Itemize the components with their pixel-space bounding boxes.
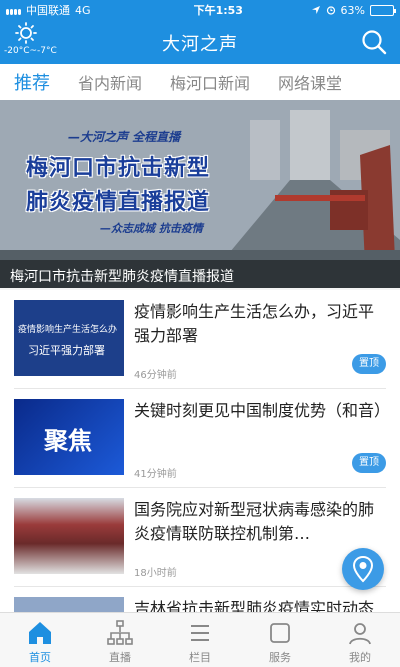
battery-icon xyxy=(370,4,396,16)
signal-icon xyxy=(6,6,21,15)
news-item[interactable]: 疫情影响生产生活怎么办 习近平强力部署 疫情影响生产生活怎么办，习近平强力部署 … xyxy=(14,290,386,389)
battery-percent: 63% xyxy=(340,3,365,17)
column-icon xyxy=(191,625,209,641)
banner-headline-line1: 梅河口市抗击新型 xyxy=(26,156,211,181)
thumb-text-top: 聚焦 xyxy=(44,427,92,455)
bottom-nav: 首页 直播 栏目 服务 我的 xyxy=(0,612,400,667)
service-icon xyxy=(270,623,290,643)
banner-caption: 梅河口市抗击新型肺炎疫情直播报道 xyxy=(0,260,400,288)
news-headline: 国务院应对新型冠状病毒感染的肺炎疫情联防联控机制第… xyxy=(134,500,375,543)
thumb-text-top: 疫情影响生产生活怎么办 xyxy=(18,325,118,335)
live-icon xyxy=(107,620,133,645)
news-thumbnail: 疫情影响生产生活怎么办 习近平强力部署 xyxy=(14,300,124,376)
category-tabs: 推荐 省内新闻 梅河口新闻 网络课堂 xyxy=(0,64,400,100)
news-time: 41分钟前 xyxy=(134,469,177,480)
status-right: 63% xyxy=(311,3,396,17)
network-label: 4G xyxy=(75,3,91,17)
news-item[interactable]: 国务院应对新型冠状病毒感染的肺炎疫情联防联控机制第… 18小时前 xyxy=(14,488,386,587)
news-headline: 疫情影响生产生活怎么办，习近平强力部署 xyxy=(134,302,375,345)
banner-headline-line2: 肺炎疫情直播报道 xyxy=(26,190,211,215)
news-time: 18小时前 xyxy=(134,568,177,579)
news-headline: 关键时刻更见中国制度优势（和音） xyxy=(134,401,386,420)
news-list: 疫情影响生产生活怎么办 习近平强力部署 疫情影响生产生活怎么办，习近平强力部署 … xyxy=(0,290,400,618)
location-arrow-icon xyxy=(311,6,320,14)
featured-banner[interactable]: —大河之声 全程直播 梅河口市抗击新型 肺炎疫情直播报道 —众志成城 抗击疫情 … xyxy=(0,100,400,288)
search-icon[interactable] xyxy=(360,28,388,56)
nav-service-label: 服务 xyxy=(269,651,291,664)
nav-column-label: 栏目 xyxy=(189,651,211,664)
app-header: -20°C~-7°C 大河之声 xyxy=(0,20,400,64)
nav-live-label: 直播 xyxy=(109,651,131,664)
banner-sub-slogan: —众志成城 抗击疫情 xyxy=(100,222,203,235)
news-item[interactable]: 聚焦 关键时刻更见中国制度优势（和音） 41分钟前 置顶 xyxy=(14,389,386,488)
status-left: 中国联通 4G xyxy=(6,2,156,18)
alarm-icon xyxy=(326,6,335,15)
nav-profile[interactable]: 我的 xyxy=(320,613,400,667)
tab-recommend[interactable]: 推荐 xyxy=(0,69,64,95)
profile-icon xyxy=(349,623,371,645)
nav-home-label: 首页 xyxy=(29,651,51,664)
nav-live[interactable]: 直播 xyxy=(80,613,160,667)
nav-column[interactable]: 栏目 xyxy=(160,613,240,667)
thumb-text-bottom: 习近平强力部署 xyxy=(28,344,105,357)
tab-meihekou-news[interactable]: 梅河口新闻 xyxy=(156,70,264,94)
location-pin-icon xyxy=(352,555,374,583)
banner-slogan: —大河之声 全程直播 xyxy=(68,130,181,144)
carrier-label: 中国联通 xyxy=(26,4,70,17)
status-time: 下午1:53 xyxy=(193,4,243,17)
pinned-badge: 置顶 xyxy=(352,354,386,374)
tab-province-news[interactable]: 省内新闻 xyxy=(64,70,156,94)
news-time: 46分钟前 xyxy=(134,370,177,381)
pinned-badge: 置顶 xyxy=(352,453,386,473)
news-thumbnail: 聚焦 xyxy=(14,399,124,475)
home-icon xyxy=(29,622,51,644)
nav-service[interactable]: 服务 xyxy=(240,613,320,667)
nav-profile-label: 我的 xyxy=(349,651,371,664)
app-title: 大河之声 xyxy=(162,34,238,55)
status-bar: 中国联通 4G 下午1:53 63% xyxy=(0,0,400,20)
nav-home[interactable]: 首页 xyxy=(0,613,80,667)
tab-online-class[interactable]: 网络课堂 xyxy=(264,70,356,94)
location-fab[interactable] xyxy=(342,548,384,590)
news-thumbnail xyxy=(14,498,124,574)
